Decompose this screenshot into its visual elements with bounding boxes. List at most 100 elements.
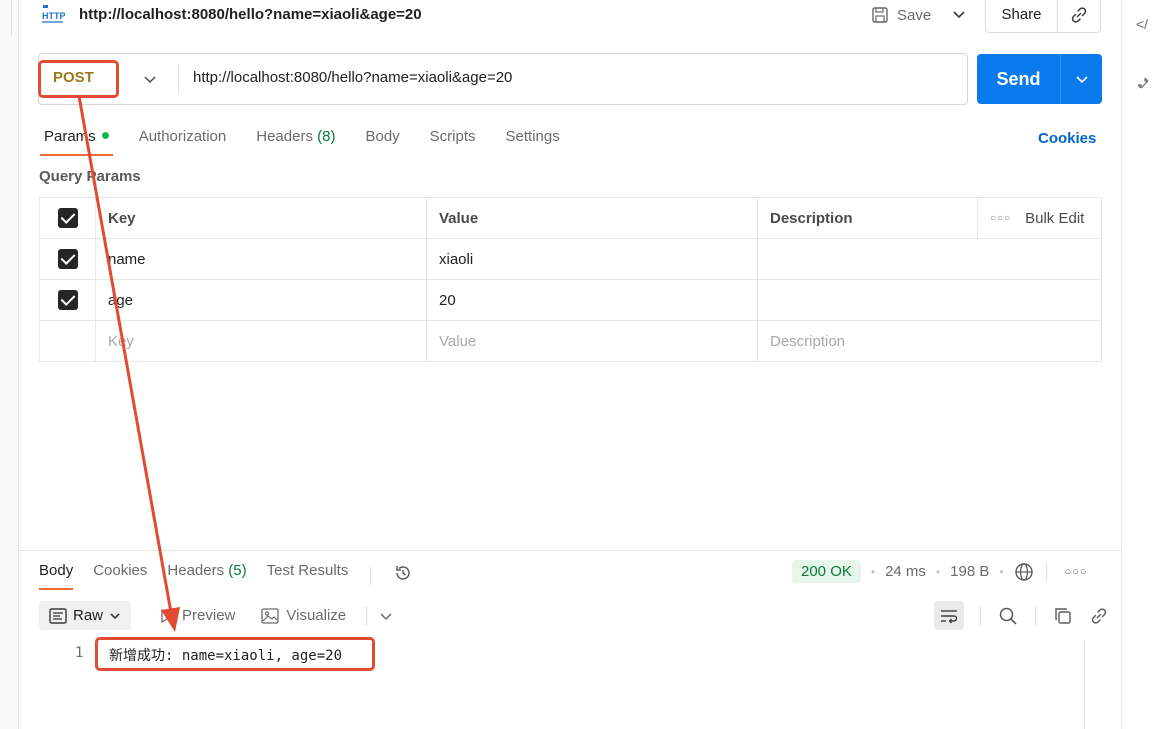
collapse-icon[interactable] [1136, 76, 1152, 92]
tab-headers[interactable]: Headers (8) [256, 128, 335, 156]
params-table: Key Value Description ○○○ Bulk Edit name … [39, 197, 1102, 362]
column-header-value: Value [426, 197, 758, 239]
share-group: Share [985, 0, 1101, 33]
tab-body[interactable]: Body [365, 128, 399, 156]
code-icon[interactable]: </ [1136, 16, 1152, 32]
chevron-down-icon[interactable] [951, 6, 967, 22]
more-icon[interactable]: ○○○ [1065, 566, 1088, 578]
response-tab-headers-label: Headers [167, 562, 225, 579]
divider [178, 64, 179, 94]
image-icon [261, 607, 280, 624]
code-line[interactable]: 新增成功: name=xiaoli, age=20 [109, 645, 342, 665]
row-checkbox-cell [39, 238, 96, 280]
visualize-button[interactable]: Visualize [253, 601, 354, 630]
left-sidebar-edge [0, 0, 19, 729]
description-placeholder[interactable]: Description [757, 320, 1102, 362]
response-size[interactable]: 198 B [950, 563, 989, 580]
response-tab-test-results[interactable]: Test Results [267, 562, 349, 590]
value-placeholder[interactable]: Value [426, 320, 758, 362]
bulk-edit-label: Bulk Edit [1025, 209, 1085, 227]
save-button[interactable]: Save [871, 2, 931, 28]
copy-link-button[interactable] [1058, 0, 1100, 32]
select-all-checkbox[interactable] [57, 208, 78, 228]
history-icon[interactable] [393, 563, 413, 583]
cookies-link[interactable]: Cookies [1038, 130, 1096, 147]
separator-dot: • [935, 564, 941, 579]
preview-label: Preview [182, 607, 236, 624]
divider [370, 567, 372, 585]
row-checkbox[interactable] [57, 249, 78, 269]
send-button-group: Send [977, 54, 1102, 104]
tab-scripts[interactable]: Scripts [430, 128, 476, 156]
status-badge[interactable]: 200 OK [792, 560, 861, 583]
param-key[interactable]: age [95, 279, 427, 321]
table-row: age 20 [39, 279, 1102, 321]
link-button[interactable] [1088, 605, 1110, 627]
param-value[interactable]: xiaoli [426, 238, 758, 280]
tab-headers-label: Headers [256, 128, 313, 145]
chevron-down-icon[interactable] [143, 72, 157, 86]
share-button[interactable]: Share [986, 0, 1058, 32]
preview-button[interactable]: Preview [151, 601, 243, 630]
divider [980, 606, 981, 625]
response-headers-count: (5) [228, 562, 247, 579]
table-header-row: Key Value Description ○○○ Bulk Edit [39, 197, 1102, 239]
save-icon [872, 7, 888, 23]
copy-icon [1055, 607, 1071, 624]
link-icon [1091, 607, 1107, 624]
request-tab-header: HTTP http://localhost:8080/hello?name=xi… [19, 0, 1121, 36]
response-time[interactable]: 24 ms [885, 563, 926, 580]
sidebar-divider [0, 0, 12, 36]
response-tab-cookies[interactable]: Cookies [93, 562, 147, 590]
method-select[interactable]: POST [53, 69, 94, 86]
line-number: 1 [75, 645, 84, 661]
headers-count: (8) [317, 128, 336, 145]
response-body-editor[interactable]: 1 新增成功: name=xiaoli, age=20 [19, 640, 1084, 729]
tab-settings[interactable]: Settings [506, 128, 560, 156]
visualize-label: Visualize [286, 607, 347, 624]
response-tab-headers[interactable]: Headers (5) [167, 562, 246, 590]
divider [1035, 606, 1036, 625]
section-title: Query Params [39, 168, 141, 185]
wrap-icon [941, 609, 958, 623]
divider [1045, 562, 1047, 581]
format-select[interactable]: Raw [39, 601, 132, 630]
svg-text:HTTP: HTTP [42, 11, 65, 21]
more-icon: ○○○ [990, 212, 1012, 224]
row-checkbox[interactable] [57, 290, 78, 310]
send-button[interactable]: Send [977, 54, 1061, 104]
param-key[interactable]: name [95, 238, 427, 280]
copy-button[interactable] [1052, 605, 1074, 627]
scrollbar[interactable] [1084, 640, 1102, 729]
tab-authorization[interactable]: Authorization [139, 128, 227, 156]
wrap-lines-button[interactable] [934, 601, 964, 630]
right-sidebar: </ [1121, 0, 1157, 729]
globe-icon[interactable] [1014, 562, 1034, 582]
search-button[interactable] [997, 605, 1019, 627]
save-label: Save [897, 6, 932, 24]
url-input[interactable] [193, 69, 953, 86]
row-checkbox-cell [39, 279, 96, 321]
tab-params-label: Params [44, 128, 96, 145]
bulk-edit-button[interactable]: ○○○ Bulk Edit [977, 197, 1102, 239]
response-tab-body[interactable]: Body [39, 562, 74, 590]
request-title[interactable]: http://localhost:8080/hello?name=xiaoli&… [79, 6, 422, 23]
format-label: Raw [73, 607, 104, 624]
response-actions [934, 601, 1110, 630]
chevron-down-icon[interactable] [379, 609, 393, 623]
key-placeholder[interactable]: Key [95, 320, 427, 362]
http-icon: HTTP [41, 3, 66, 25]
send-options-button[interactable] [1061, 54, 1102, 104]
separator-dot: • [999, 564, 1004, 579]
param-description[interactable] [757, 238, 1102, 280]
param-description[interactable] [757, 279, 1102, 321]
link-icon [1071, 6, 1087, 23]
response-tabs: Body Cookies Headers (5) Test Results [39, 562, 413, 590]
param-value[interactable]: 20 [426, 279, 758, 321]
response-toolbar: Raw Preview Visualize [39, 601, 393, 630]
select-all-cell [39, 197, 96, 239]
table-row-empty: Key Value Description [39, 320, 1102, 362]
pane-divider[interactable] [19, 550, 1121, 551]
tab-params[interactable]: Params [40, 128, 113, 156]
search-icon [999, 607, 1017, 625]
